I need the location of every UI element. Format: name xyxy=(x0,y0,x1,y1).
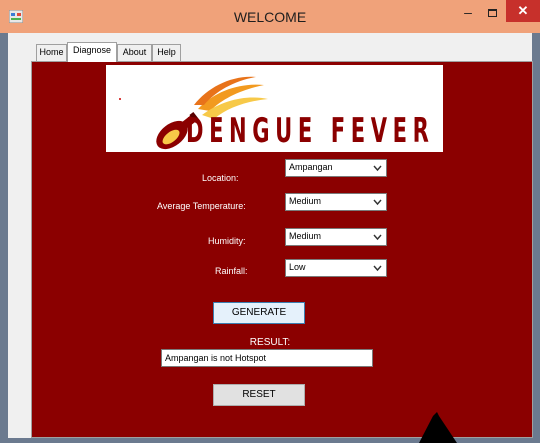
tab-diagnose[interactable]: Diagnose xyxy=(67,42,117,62)
rainfall-select[interactable]: Low xyxy=(285,259,387,277)
humidity-value: Medium xyxy=(289,231,322,241)
chevron-down-icon xyxy=(373,199,382,206)
generate-button[interactable]: GENERATE xyxy=(213,302,305,324)
result-label: RESULT: xyxy=(249,337,291,348)
logo-text: DENGUE FEVER xyxy=(186,111,435,151)
location-select[interactable]: Ampangan xyxy=(285,159,387,177)
maximize-button[interactable] xyxy=(481,4,505,24)
pen-stroke-decoration xyxy=(419,412,457,443)
title-bar[interactable]: WELCOME – ✕ xyxy=(0,0,540,33)
rainfall-value: Low xyxy=(289,262,306,272)
tab-home[interactable]: Home xyxy=(36,44,67,61)
temperature-select[interactable]: Medium xyxy=(285,193,387,211)
app-window: WELCOME – ✕ Home Diagnose About Help DEN… xyxy=(0,0,540,443)
chevron-down-icon xyxy=(373,265,382,272)
maximize-icon xyxy=(488,9,497,17)
result-field[interactable]: Ampangan is not Hotspot xyxy=(161,349,373,367)
dengue-fever-logo: DENGUE FEVER xyxy=(106,65,443,152)
temperature-value: Medium xyxy=(289,196,322,206)
close-button[interactable]: ✕ xyxy=(506,0,540,22)
location-label: Location: xyxy=(202,173,239,183)
humidity-label: Humidity: xyxy=(208,236,246,246)
rainfall-label: Rainfall: xyxy=(215,266,248,276)
chevron-down-icon xyxy=(373,234,382,241)
minimize-button[interactable]: – xyxy=(456,4,480,24)
chevron-down-icon xyxy=(373,165,382,172)
humidity-select[interactable]: Medium xyxy=(285,228,387,246)
temperature-label: Average Temperature: xyxy=(157,201,246,211)
location-value: Ampangan xyxy=(289,162,333,172)
tab-about[interactable]: About xyxy=(117,44,152,61)
tab-help[interactable]: Help xyxy=(152,44,181,61)
reset-button[interactable]: RESET xyxy=(213,384,305,406)
